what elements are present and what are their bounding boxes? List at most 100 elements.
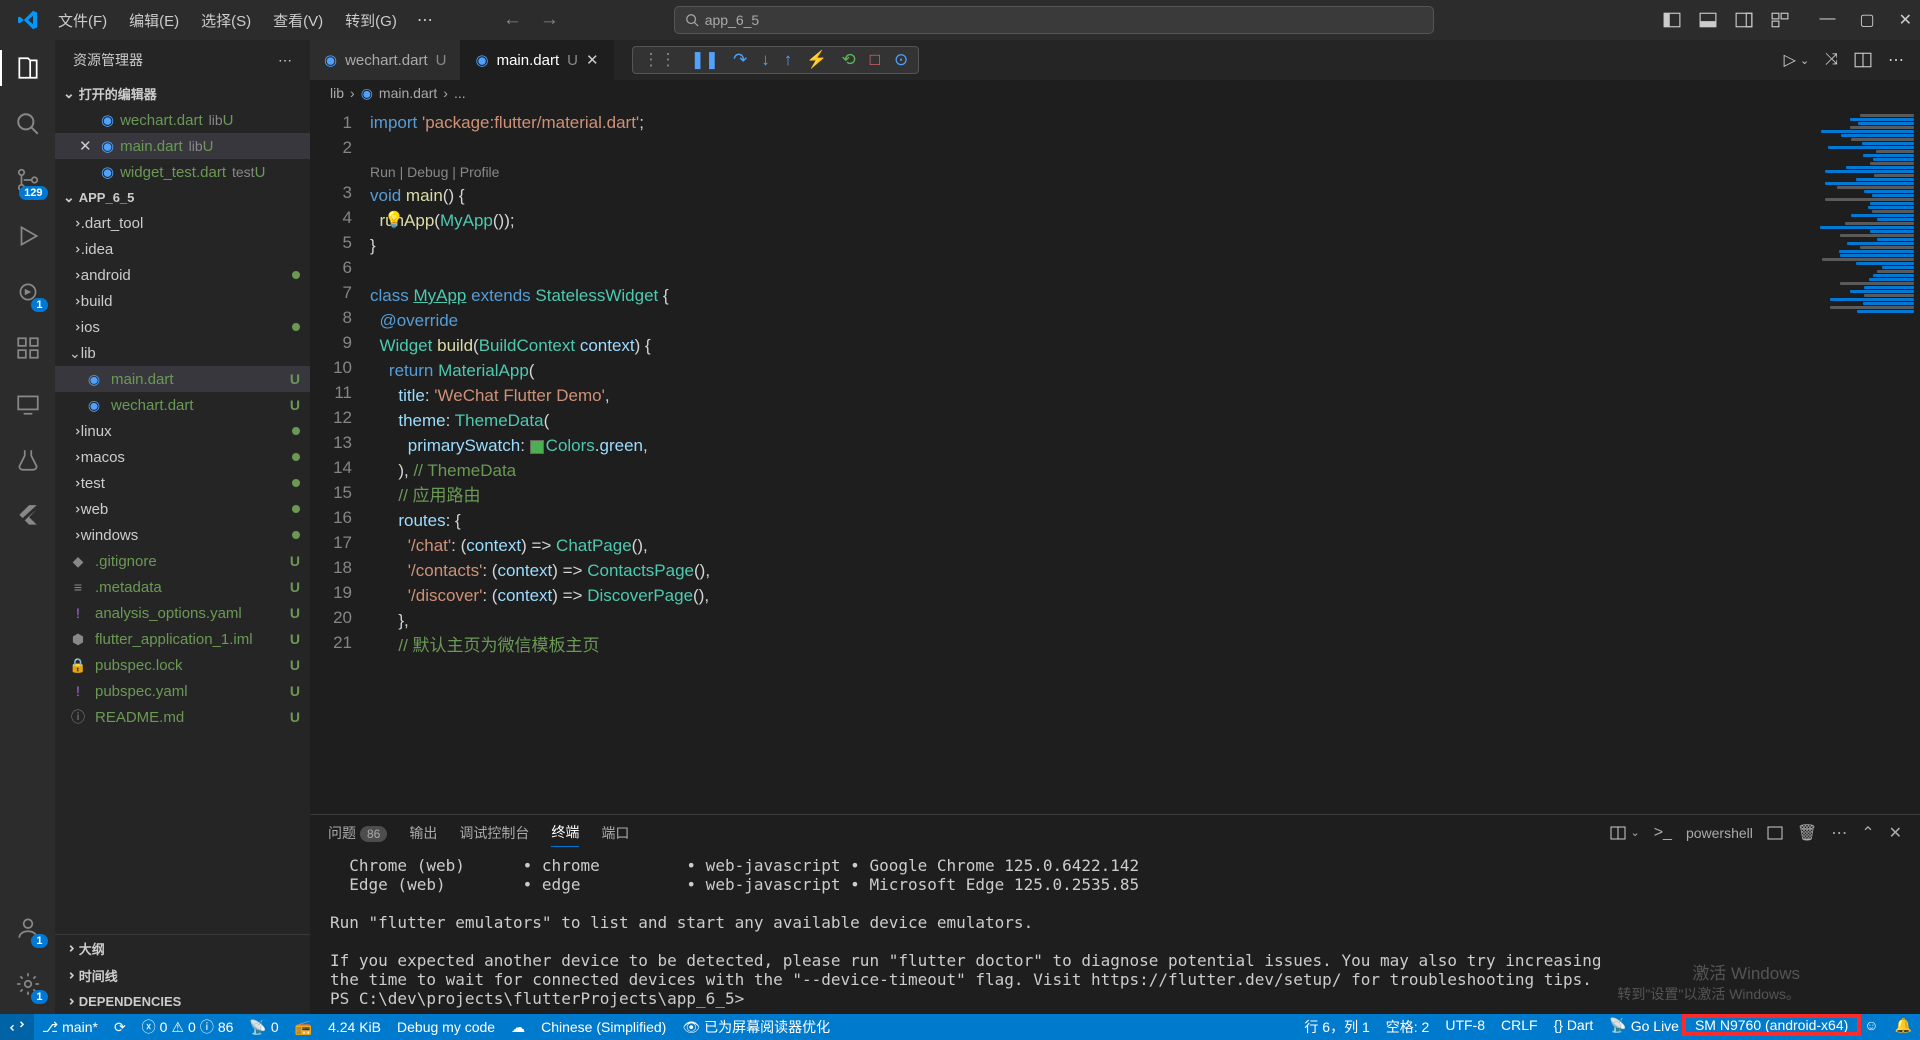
run-icon[interactable]: ▷ bbox=[1784, 50, 1796, 70]
editor-more-icon[interactable]: ⋯ bbox=[1888, 50, 1904, 70]
lightbulb-icon[interactable]: 💡 bbox=[384, 208, 404, 233]
folder-item[interactable]: ⌄ .idea bbox=[55, 236, 310, 262]
file-item[interactable]: ⬢flutter_application_1.imlU bbox=[55, 626, 310, 652]
status-ports[interactable]: 📡 0 bbox=[241, 1014, 286, 1040]
timeline-header[interactable]: ⌄时间线 bbox=[55, 962, 310, 989]
editor-body[interactable]: 12 3456789101112131415161718192021 💡impo… bbox=[310, 106, 1920, 814]
debug-step-out-icon[interactable]: ↑ bbox=[784, 50, 793, 70]
remote-indicator[interactable] bbox=[0, 1014, 34, 1040]
status-size[interactable]: 4.24 KiB bbox=[320, 1014, 389, 1040]
status-encoding[interactable]: UTF-8 bbox=[1437, 1017, 1493, 1033]
status-feedback-icon[interactable]: ☺ bbox=[1856, 1017, 1886, 1033]
status-golive[interactable]: 📡 Go Live bbox=[1601, 1017, 1687, 1034]
debug-pause-icon[interactable]: ❚❚ bbox=[691, 50, 720, 70]
debug-step-into-icon[interactable]: ↓ bbox=[761, 50, 770, 70]
folder-item[interactable]: ⌄ .dart_tool bbox=[55, 210, 310, 236]
status-cursor[interactable]: 行 6，列 1 bbox=[1296, 1017, 1377, 1037]
file-item[interactable]: ⓘREADME.mdU bbox=[55, 704, 310, 730]
panel-tab[interactable]: 输出 bbox=[409, 819, 437, 847]
panel-tab[interactable]: 调试控制台 bbox=[459, 819, 529, 847]
panel-tab[interactable]: 问题86 bbox=[328, 819, 387, 847]
folder-item[interactable]: ⌄ lib bbox=[55, 340, 310, 366]
activity-testing[interactable] bbox=[12, 444, 44, 476]
status-screenreader[interactable]: 👁 已为屏幕阅读器优化 bbox=[674, 1014, 838, 1040]
activity-debug-alt[interactable]: 1 bbox=[12, 276, 44, 308]
status-bell-icon[interactable]: 🔔 bbox=[1887, 1017, 1920, 1034]
status-branch[interactable]: ⎇ main* bbox=[34, 1014, 106, 1040]
close-icon[interactable]: ✕ bbox=[79, 137, 95, 155]
open-editors-header[interactable]: ⌄打开的编辑器 bbox=[55, 80, 310, 107]
project-header[interactable]: ⌄APP_6_5 bbox=[55, 185, 310, 210]
editor-tab[interactable]: ◉wechart.dartU bbox=[310, 40, 461, 80]
file-item[interactable]: 🔒pubspec.lockU bbox=[55, 652, 310, 678]
menu-item[interactable]: 选择(S) bbox=[191, 6, 261, 35]
status-radio[interactable]: 📻 bbox=[287, 1014, 320, 1040]
nav-back-icon[interactable]: ← bbox=[503, 9, 522, 31]
breadcrumb[interactable]: lib› ◉main.dart› ... bbox=[310, 80, 1920, 106]
folder-item[interactable]: ⌄ android bbox=[55, 262, 310, 288]
term-new-split-icon[interactable] bbox=[1767, 825, 1783, 841]
open-editor-item[interactable]: ✕◉main.dartlibU bbox=[55, 133, 310, 159]
activity-settings[interactable]: 1 bbox=[12, 968, 44, 1000]
status-language[interactable]: Chinese (Simplified) bbox=[533, 1014, 674, 1040]
term-more-icon[interactable]: ⋯ bbox=[1831, 823, 1847, 843]
term-split-icon[interactable] bbox=[1610, 825, 1626, 841]
activity-extensions[interactable] bbox=[12, 332, 44, 364]
activity-flutter[interactable] bbox=[12, 500, 44, 532]
tab-close-icon[interactable]: ✕ bbox=[586, 51, 599, 69]
activity-explorer[interactable] bbox=[12, 52, 44, 84]
activity-accounts[interactable]: 1 bbox=[12, 912, 44, 944]
panel-tab[interactable]: 端口 bbox=[601, 819, 629, 847]
panel-maximize-icon[interactable]: ⌃ bbox=[1861, 823, 1874, 843]
git-compare-icon[interactable]: ⤨ bbox=[1825, 51, 1838, 69]
debug-hot-reload-icon[interactable]: ⚡ bbox=[806, 50, 827, 70]
file-item[interactable]: ◉wechart.dartU bbox=[55, 392, 310, 418]
terminal-output[interactable]: Chrome (web) • chrome • web-javascript •… bbox=[310, 850, 1920, 1014]
panel-tab[interactable]: 终端 bbox=[551, 818, 579, 847]
menu-overflow[interactable]: ⋯ bbox=[407, 6, 443, 34]
term-shell-icon[interactable]: >_ bbox=[1654, 824, 1672, 842]
activity-search[interactable] bbox=[12, 108, 44, 140]
status-lang-server[interactable]: ☁ bbox=[503, 1014, 533, 1040]
file-item[interactable]: !pubspec.yamlU bbox=[55, 678, 310, 704]
layout-sidebar-right-icon[interactable] bbox=[1735, 11, 1753, 29]
split-editor-icon[interactable] bbox=[1854, 51, 1872, 69]
activity-debug[interactable] bbox=[12, 220, 44, 252]
minimap[interactable] bbox=[1810, 106, 1920, 814]
menu-item[interactable]: 查看(V) bbox=[263, 6, 333, 35]
window-minimize-icon[interactable]: — bbox=[1819, 10, 1835, 30]
debug-step-over-icon[interactable]: ↷ bbox=[733, 50, 747, 70]
menu-item[interactable]: 编辑(E) bbox=[119, 6, 189, 35]
status-eol[interactable]: CRLF bbox=[1493, 1017, 1546, 1033]
menu-item[interactable]: 文件(F) bbox=[48, 6, 117, 35]
outline-header[interactable]: ⌄大纲 bbox=[55, 935, 310, 962]
file-item[interactable]: ≡.metadataU bbox=[55, 574, 310, 600]
debug-stop-icon[interactable]: □ bbox=[870, 50, 880, 70]
file-item[interactable]: !analysis_options.yamlU bbox=[55, 600, 310, 626]
debug-drag-icon[interactable]: ⋮⋮ bbox=[643, 50, 677, 70]
window-maximize-icon[interactable]: ▢ bbox=[1859, 10, 1874, 30]
status-sync[interactable]: ⟳ bbox=[106, 1014, 134, 1040]
status-mode[interactable]: {} Dart bbox=[1546, 1017, 1602, 1033]
activity-remote[interactable] bbox=[12, 388, 44, 420]
folder-item[interactable]: ⌄ test bbox=[55, 470, 310, 496]
dependencies-header[interactable]: ⌄DEPENDENCIES bbox=[55, 989, 310, 1014]
activity-scm[interactable]: 129 bbox=[12, 164, 44, 196]
window-close-icon[interactable]: ✕ bbox=[1899, 10, 1912, 30]
status-problems[interactable]: ⓧ 0 ⚠ 0 ⓘ 86 bbox=[134, 1014, 242, 1040]
editor-tab[interactable]: ◉main.dartU✕ bbox=[461, 40, 613, 80]
folder-item[interactable]: ⌄ macos bbox=[55, 444, 310, 470]
folder-item[interactable]: ⌄ web bbox=[55, 496, 310, 522]
explorer-more-icon[interactable]: ⋯ bbox=[278, 52, 292, 69]
layout-panel-icon[interactable] bbox=[1699, 11, 1717, 29]
folder-item[interactable]: ⌄ linux bbox=[55, 418, 310, 444]
layout-sidebar-left-icon[interactable] bbox=[1663, 11, 1681, 29]
layout-customize-icon[interactable] bbox=[1771, 11, 1789, 29]
status-device[interactable]: SM N9760 (android-x64) bbox=[1687, 1017, 1856, 1033]
menu-item[interactable]: 转到(G) bbox=[335, 6, 407, 35]
file-item[interactable]: ◉main.dartU bbox=[55, 366, 310, 392]
open-editor-item[interactable]: ✕◉widget_test.darttestU bbox=[55, 159, 310, 185]
command-center[interactable]: app_6_5 bbox=[674, 6, 1434, 34]
panel-close-icon[interactable]: ✕ bbox=[1889, 823, 1902, 843]
term-trash-icon[interactable]: 🗑 bbox=[1797, 823, 1817, 843]
